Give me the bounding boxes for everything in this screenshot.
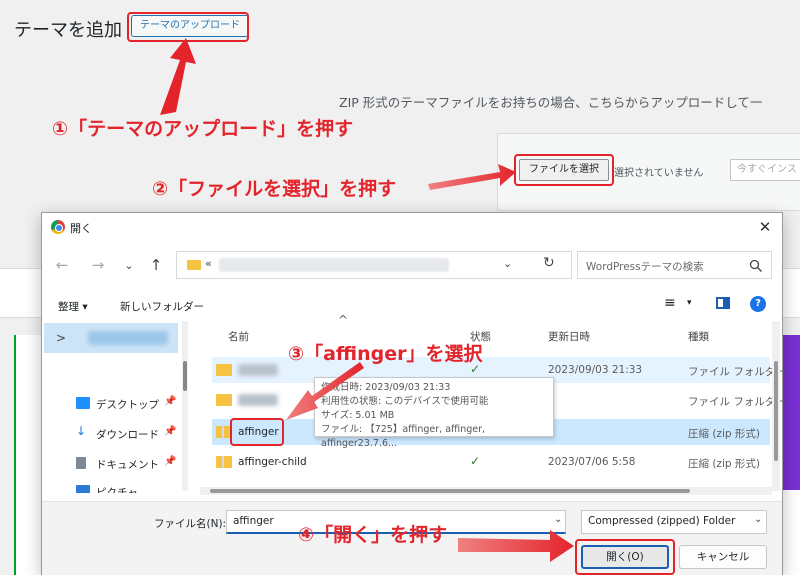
- file-type: 圧縮 (zip 形式): [688, 428, 760, 440]
- filename-label: ファイル名(N):: [154, 518, 227, 530]
- navigation-pane: > デスクトップ 📌 ↓ ダウンロード 📌 ドキュメント 📌 ピクチャ: [42, 321, 188, 493]
- back-arrow-icon[interactable]: ←: [52, 256, 72, 274]
- annotation-step2: ②「ファイルを選択」を押す: [152, 178, 397, 200]
- folder-icon: [187, 260, 201, 270]
- pin-icon: 📌: [164, 456, 177, 467]
- close-button[interactable]: ✕: [754, 217, 776, 237]
- address-path-blurred: [219, 258, 449, 272]
- highlight-affinger: [230, 418, 284, 446]
- cancel-button[interactable]: キャンセル: [679, 545, 767, 569]
- tooltip-files: ファイル: 【725】affinger, affinger, affinger2…: [321, 424, 486, 449]
- download-icon: ↓: [76, 424, 87, 438]
- tooltip-availability: 利用性の状態: このデバイスで使用可能: [321, 396, 489, 407]
- column-header-name[interactable]: 名前: [228, 329, 249, 344]
- tooltip-created: 作成日時: 2023/09/03 21:33: [321, 382, 451, 393]
- file-name: affinger-child: [238, 456, 307, 468]
- chevron-down-icon[interactable]: ⌄: [554, 514, 562, 525]
- annotation-step3: ③「affinger」を選択: [288, 343, 483, 365]
- no-file-selected-text: 選択されていません: [614, 168, 704, 179]
- dialog-toolbar: 整理 ▾ 新しいフォルダー ≡ ▾ ?: [42, 293, 782, 319]
- theme-card-footer: [780, 490, 800, 575]
- sort-indicator-icon: ^: [338, 313, 349, 327]
- chevron-down-icon[interactable]: ⌄: [503, 257, 512, 270]
- page-title: テーマを追加: [14, 20, 122, 41]
- desktop-icon: [76, 397, 90, 409]
- annotation-step4: ④「開く」を押す: [298, 524, 448, 546]
- file-modified: 2023/07/06 5:58: [548, 456, 636, 468]
- sidebar-expander[interactable]: >: [44, 323, 178, 353]
- highlight-open-button: [575, 539, 675, 575]
- sidebar-item-label: デスクトップ: [96, 399, 159, 411]
- zip-folder-icon: [216, 456, 232, 468]
- column-header-modified[interactable]: 更新日時: [548, 329, 590, 344]
- sidebar-item-label: ダウンロード: [96, 429, 159, 441]
- arrow-step1: [160, 38, 196, 115]
- search-placeholder: WordPressテーマの検索: [586, 261, 704, 273]
- horizontal-scrollbar[interactable]: [200, 487, 772, 495]
- search-input[interactable]: WordPressテーマの検索: [577, 251, 772, 279]
- file-row-affinger-child[interactable]: affinger-child ✓ 2023/07/06 5:58 圧縮 (zip…: [212, 449, 770, 475]
- address-prefix: «: [205, 257, 212, 270]
- address-bar[interactable]: « ⌄ ↻: [176, 251, 572, 279]
- dialog-title: 開く: [70, 222, 92, 235]
- column-header-type[interactable]: 種類: [688, 329, 709, 344]
- folder-icon: [216, 364, 232, 376]
- sidebar-item-label: ドキュメント: [96, 459, 159, 471]
- sidebar-item-label: ピクチャ: [96, 487, 138, 493]
- sidebar-item-downloads[interactable]: ↓ ダウンロード 📌: [70, 423, 180, 445]
- file-info-tooltip: 作成日時: 2023/09/03 21:33 利用性の状態: このデバイスで使用…: [314, 377, 554, 449]
- navigation-bar: ← → ⌄ ↑ « ⌄ ↻ WordPressテーマの検索: [42, 247, 782, 283]
- chevron-right-icon[interactable]: >: [56, 331, 66, 345]
- horizontal-scrollbar-thumb[interactable]: [210, 489, 690, 493]
- pin-icon: 📌: [164, 426, 177, 437]
- organize-menu[interactable]: 整理 ▾: [58, 299, 88, 314]
- vertical-scrollbar[interactable]: [772, 321, 780, 491]
- view-dropdown-icon[interactable]: ▾: [687, 298, 692, 308]
- zip-upload-description: ZIP 形式のテーマファイルをお持ちの場合、こちらからアップロードして一: [339, 95, 763, 110]
- annotation-step1: ①「テーマのアップロード」を押す: [52, 118, 354, 140]
- refresh-icon[interactable]: ↻: [543, 255, 555, 271]
- sidebar-scrollbar[interactable]: [182, 321, 188, 491]
- help-icon[interactable]: ?: [750, 296, 766, 312]
- search-icon[interactable]: [749, 259, 763, 273]
- picture-icon: [76, 485, 90, 493]
- theme-card[interactable]: [14, 335, 44, 575]
- sidebar-item-desktop[interactable]: デスクトップ 📌: [70, 393, 180, 415]
- folder-icon: [216, 394, 232, 406]
- sidebar-scrollbar-thumb[interactable]: [183, 361, 187, 391]
- highlight-choose-file: [514, 154, 614, 186]
- sidebar-item-pictures[interactable]: ピクチャ: [70, 481, 180, 493]
- file-modified: 2023/09/03 21:33: [548, 364, 643, 376]
- up-arrow-icon[interactable]: ↑: [146, 256, 166, 274]
- file-type-select[interactable]: Compressed (zipped) Folder: [581, 510, 767, 534]
- sidebar-item-documents[interactable]: ドキュメント 📌: [70, 453, 180, 475]
- dialog-titlebar: 開く ✕: [42, 213, 782, 241]
- tooltip-size: サイズ: 5.01 MB: [321, 410, 395, 421]
- chevron-down-icon[interactable]: ⌄: [754, 514, 762, 525]
- forward-arrow-icon[interactable]: →: [88, 256, 108, 274]
- recent-locations-chevron-icon[interactable]: ⌄: [119, 259, 139, 272]
- document-icon: [76, 457, 86, 469]
- chrome-icon: [51, 220, 65, 234]
- vertical-scrollbar-thumb[interactable]: [774, 361, 778, 461]
- preview-pane-icon[interactable]: [716, 297, 730, 309]
- install-now-button[interactable]: 今すぐインス: [730, 159, 800, 181]
- sidebar-item-blurred: [88, 331, 168, 345]
- new-folder-button[interactable]: 新しいフォルダー: [120, 299, 204, 314]
- highlight-upload-button: [127, 12, 249, 42]
- view-options-icon[interactable]: ≡: [664, 295, 676, 311]
- file-type: 圧縮 (zip 形式): [688, 458, 760, 470]
- sync-status-icon: ✓: [470, 454, 481, 468]
- file-name-blurred: [238, 394, 278, 406]
- file-name-blurred: [238, 364, 278, 376]
- pin-icon: 📌: [164, 396, 177, 407]
